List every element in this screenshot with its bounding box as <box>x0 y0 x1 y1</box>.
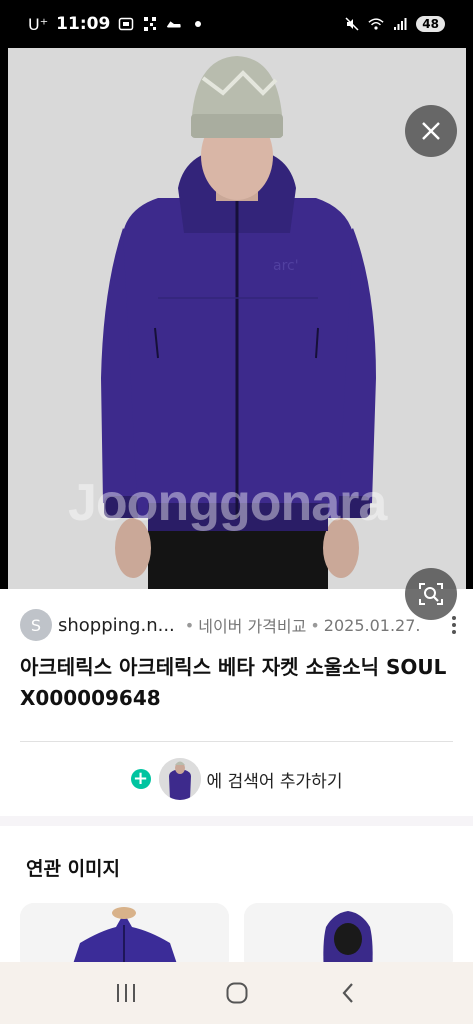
recent-apps-button[interactable] <box>106 973 146 1013</box>
carrier-label: U⁺ <box>28 14 49 34</box>
separator-dot-2: • <box>310 615 320 635</box>
image-viewer: arc' Joonggonara <box>0 48 473 620</box>
mute-icon <box>344 16 360 32</box>
wifi-icon <box>368 16 384 32</box>
screenshot-icon <box>118 16 134 32</box>
plus-icon: + <box>130 769 151 789</box>
notification-dot-icon <box>190 16 206 32</box>
back-icon <box>342 983 353 1003</box>
close-icon <box>422 122 440 140</box>
shoe-icon <box>166 16 182 32</box>
signal-icon <box>392 16 408 32</box>
status-left: U⁺ 11:09 <box>28 14 206 34</box>
more-options-icon[interactable] <box>448 613 460 637</box>
clock: 11:09 <box>56 14 111 34</box>
source-date: 2025.01.27. <box>323 615 421 635</box>
source-avatar: S <box>20 609 52 641</box>
svg-text:arc': arc' <box>273 258 299 274</box>
home-icon <box>226 982 247 1004</box>
divider <box>20 741 453 742</box>
watermark-text: Joonggonara <box>68 474 387 532</box>
section-separator <box>0 816 473 826</box>
related-images-title: 연관 이미지 <box>26 858 121 880</box>
status-bar: U⁺ 11:09 48 <box>0 0 473 48</box>
source-provider: 네이버 가격비교 <box>198 617 307 636</box>
add-search-term-button[interactable]: + 에 검색어 추가하기 <box>0 757 473 801</box>
add-search-term-label: 에 검색어 추가하기 <box>206 771 343 792</box>
qr-icon <box>142 16 158 32</box>
separator-dot: • <box>184 615 195 635</box>
product-title-link[interactable]: 아크테릭스 아크테릭스 베타 자켓 소울소닉 SOUL X000009648 <box>20 652 460 714</box>
back-button[interactable] <box>328 973 368 1013</box>
thumbnail-illustration <box>158 758 201 800</box>
product-image[interactable]: arc' Joonggonara <box>8 48 466 589</box>
source-row: S shopping.n... • 네이버 가격비교 • 2025.01.27. <box>20 609 460 641</box>
dot <box>452 623 456 627</box>
system-navigation-bar <box>0 962 473 1024</box>
battery-indicator: 48 <box>416 16 445 32</box>
dot <box>452 616 456 620</box>
lens-search-icon <box>419 583 443 605</box>
dot <box>452 630 456 634</box>
image-thumbnail <box>158 758 201 800</box>
recent-apps-icon <box>116 984 135 1002</box>
source-name-link[interactable]: shopping.n... <box>58 615 175 636</box>
home-button[interactable] <box>217 973 257 1013</box>
close-button[interactable] <box>405 105 457 157</box>
status-right: 48 <box>344 16 445 32</box>
